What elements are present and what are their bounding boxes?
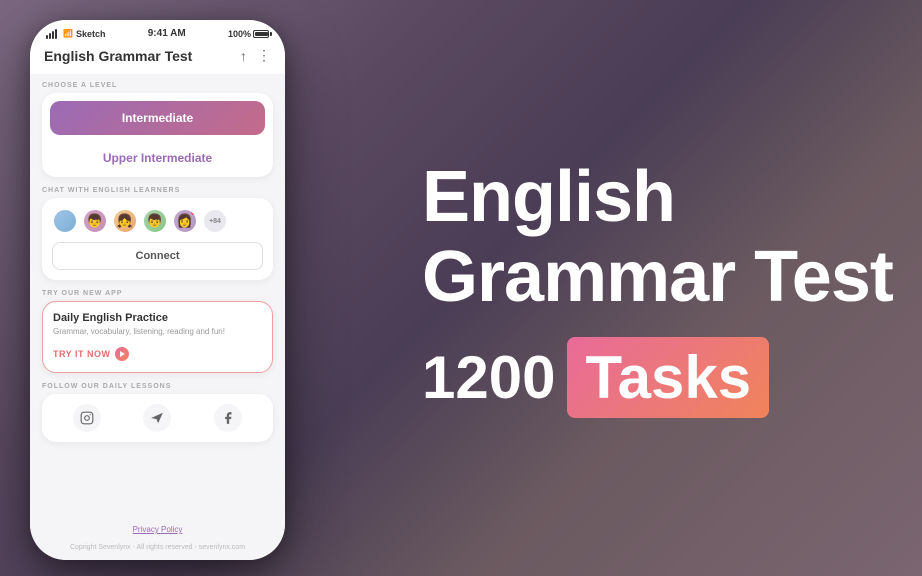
telegram-button[interactable] — [143, 404, 171, 432]
app-header-title: English Grammar Test — [44, 48, 192, 64]
phone: 📶 Sketch 9:41 AM 100% English Grammar Te… — [30, 20, 285, 560]
facebook-button[interactable] — [214, 404, 242, 432]
avatar-3: 👧 — [112, 208, 138, 234]
app-body: CHOOSE A LEVEL Intermediate Upper Interm… — [30, 74, 285, 519]
avatars-row: 👦 👧 👦 👩 +84 — [52, 208, 263, 234]
tasks-badge: Tasks — [567, 337, 769, 418]
intermediate-button[interactable]: Intermediate — [50, 101, 265, 135]
app-footer: Privacy Policy Copright Sevenlynx - All … — [30, 519, 285, 560]
tasks-row: 1200 Tasks — [422, 337, 769, 418]
upper-intermediate-button[interactable]: Upper Intermediate — [42, 143, 273, 177]
social-section-label: FOLLOW OUR DAILY LESSONS — [42, 383, 273, 390]
chat-section: CHAT WITH ENGLISH LEARNERS 👦 👧 👦 — [42, 187, 273, 280]
avatar-more: +84 — [202, 208, 228, 234]
right-panel: English Grammar Test 1200 Tasks — [342, 0, 922, 576]
status-left: 📶 Sketch — [46, 29, 105, 39]
app-header: English Grammar Test ↑ ⋮ — [30, 43, 285, 74]
notif-dot — [191, 209, 197, 215]
level-card: Intermediate Upper Intermediate — [42, 93, 273, 177]
status-right: 100% — [228, 29, 269, 39]
status-time: 9:41 AM — [148, 28, 186, 39]
avatar-5: 👩 — [172, 208, 198, 234]
copyright-text: Copright Sevenlynx - All rights reserved… — [70, 544, 245, 551]
play-icon — [115, 347, 129, 361]
try-it-now-button[interactable]: TRY IT NOW — [53, 347, 129, 361]
status-bar: 📶 Sketch 9:41 AM 100% — [30, 20, 285, 43]
battery-icon — [253, 30, 269, 38]
new-app-description: Grammar, vocabulary, listening, reading … — [53, 327, 262, 336]
avatar-4: 👦 — [142, 208, 168, 234]
wifi-icon: 📶 — [63, 29, 73, 38]
new-app-section-label: TRY OUR NEW APP — [42, 290, 273, 297]
carrier-label: Sketch — [76, 29, 106, 39]
new-app-title: Daily English Practice — [53, 312, 262, 324]
tasks-count: 1200 — [422, 343, 555, 412]
chat-card: 👦 👧 👦 👩 +84 Con — [42, 198, 273, 280]
avatar-2: 👦 — [82, 208, 108, 234]
share-icon[interactable]: ↑ — [240, 48, 247, 64]
privacy-policy-link[interactable]: Privacy Policy — [36, 525, 279, 534]
social-section: FOLLOW OUR DAILY LESSONS — [42, 383, 273, 442]
main-title: English Grammar Test — [422, 158, 893, 316]
level-section-label: CHOOSE A LEVEL — [42, 82, 273, 89]
social-card — [42, 394, 273, 442]
chat-section-label: CHAT WITH ENGLISH LEARNERS — [42, 187, 273, 194]
new-app-card: Daily English Practice Grammar, vocabula… — [42, 301, 273, 373]
phone-wrapper: 📶 Sketch 9:41 AM 100% English Grammar Te… — [30, 20, 285, 560]
more-icon[interactable]: ⋮ — [257, 47, 271, 64]
battery-label: 100% — [228, 29, 251, 39]
signal-icon — [46, 29, 57, 39]
avatar-1 — [52, 208, 78, 234]
level-section: CHOOSE A LEVEL Intermediate Upper Interm… — [42, 82, 273, 177]
header-icons: ↑ ⋮ — [240, 47, 271, 64]
connect-button[interactable]: Connect — [52, 242, 263, 270]
new-app-section: TRY OUR NEW APP Daily English Practice G… — [42, 290, 273, 373]
instagram-button[interactable] — [73, 404, 101, 432]
